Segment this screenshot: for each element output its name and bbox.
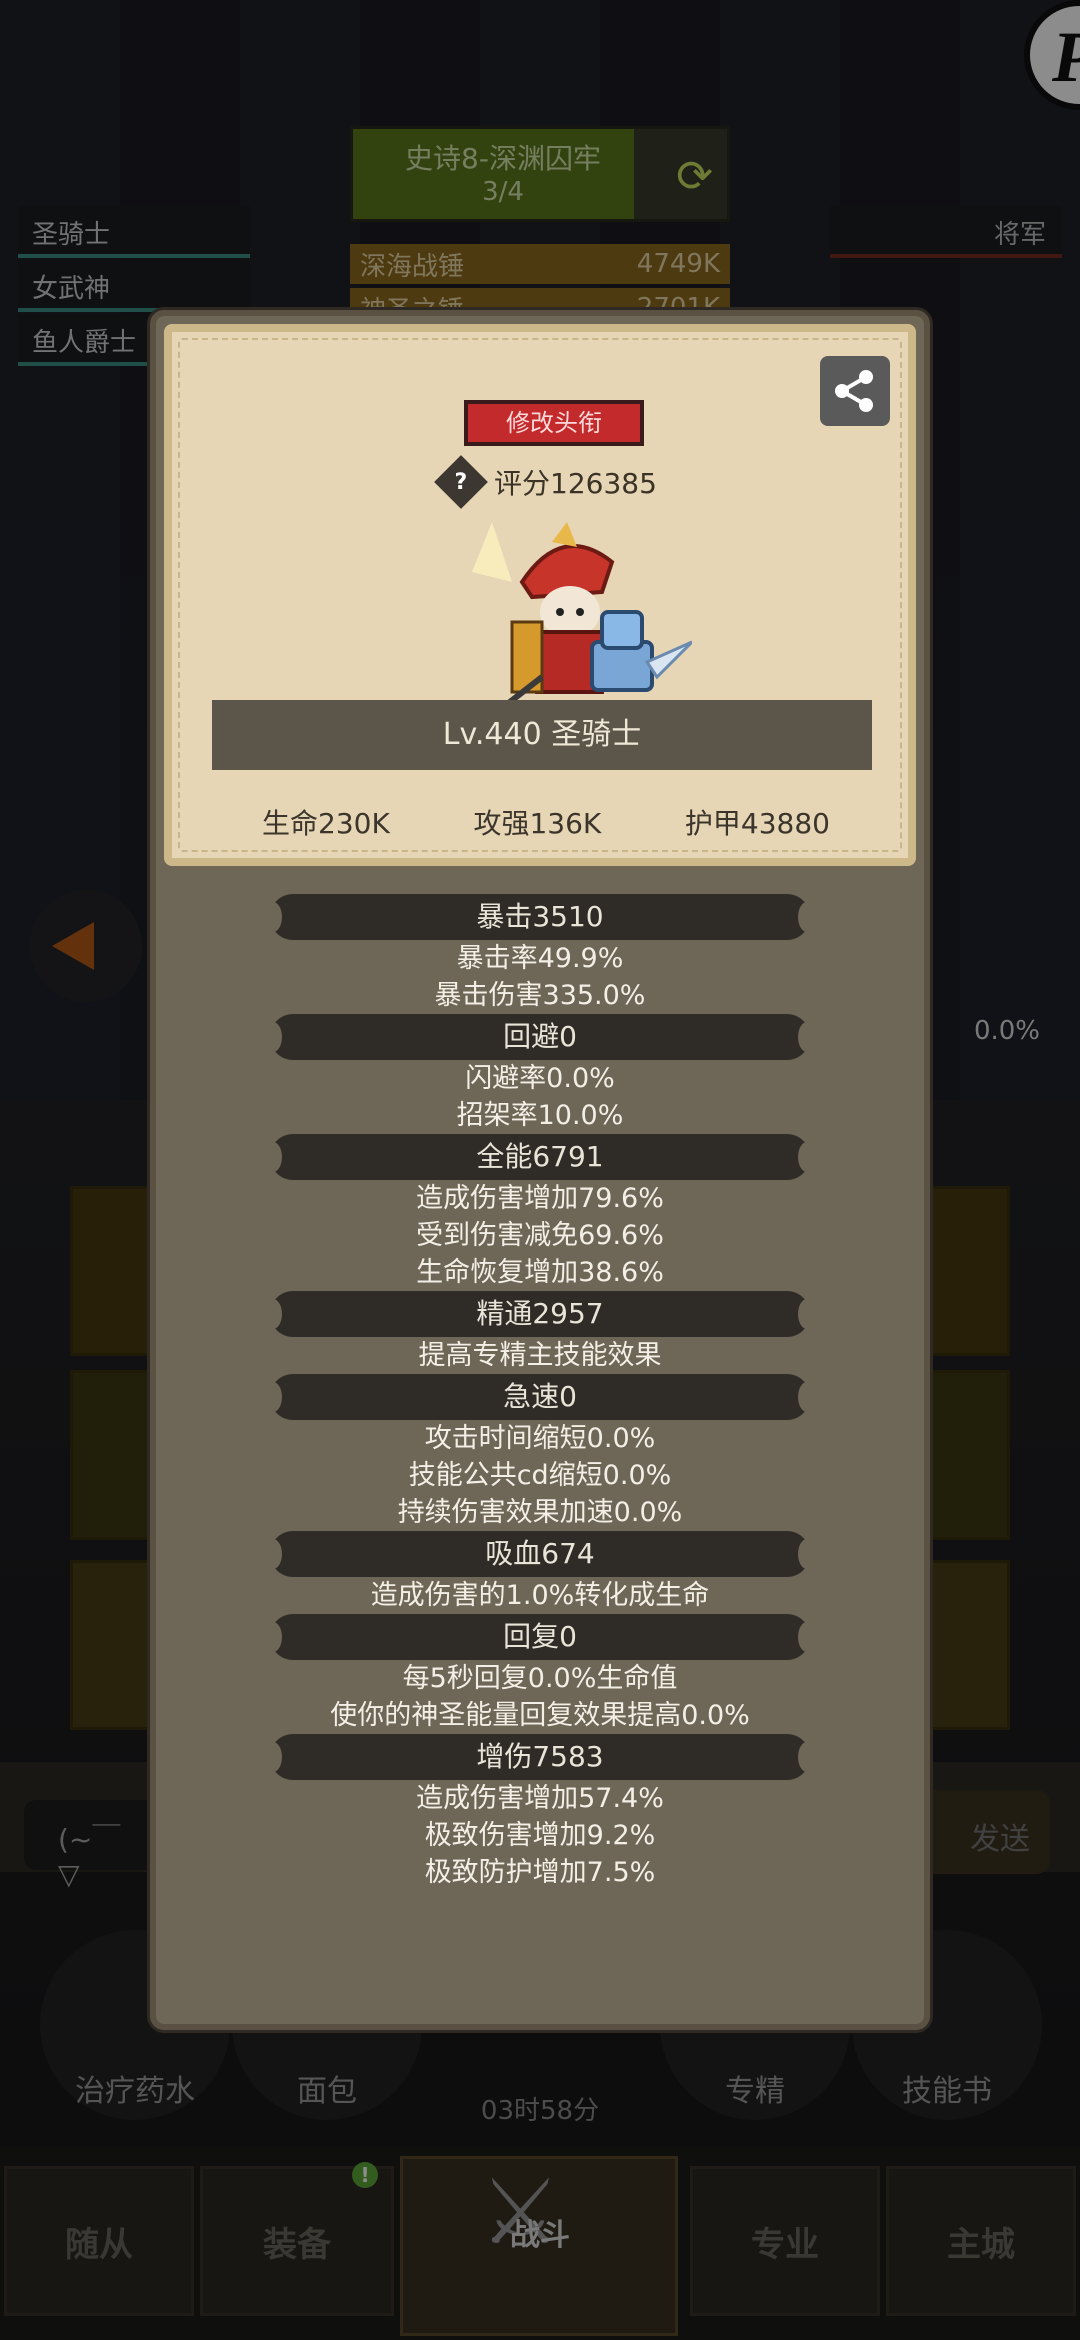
share-icon[interactable] [820, 356, 890, 426]
hero-name-plate: Lv.440 圣骑士 [212, 700, 872, 770]
attribute-line: 受到伤害减免69.6% [416, 1220, 664, 1251]
attribute-line: 闪避率0.0% [465, 1063, 615, 1094]
attribute-header: 全能6791 [264, 1134, 816, 1180]
help-glyph: ? [454, 469, 468, 495]
attribute-group: 回复0 每5秒回复0.0%生命值 使你的神圣能量回复效果提高0.0% [156, 1614, 924, 1734]
attribute-line: 造成伤害增加57.4% [416, 1783, 664, 1814]
attribute-line: 招架率10.0% [456, 1100, 624, 1131]
attribute-group: 精通2957 提高专精主技能效果 [156, 1291, 924, 1374]
attribute-line: 造成伤害增加79.6% [416, 1183, 664, 1214]
hero-stats: 生命230K 攻强136K 护甲43880 [212, 802, 872, 842]
attribute-line: 造成伤害的1.0%转化成生命 [370, 1580, 710, 1611]
attribute-line: 极致伤害增加9.2% [424, 1820, 656, 1851]
attribute-line: 持续伤害效果加速0.0% [397, 1497, 683, 1528]
attribute-group: 回避0 闪避率0.0% 招架率10.0% [156, 1014, 924, 1134]
attribute-line: 极致防护增加7.5% [424, 1857, 656, 1888]
attribute-group: 增伤7583 造成伤害增加57.4% 极致伤害增加9.2% 极致防护增加7.5% [156, 1734, 924, 1891]
attribute-line: 生命恢复增加38.6% [416, 1257, 664, 1288]
character-card: 修改头衔 ? 评分126385 Lv.440 圣骑士 生命230K 攻强136K… [164, 324, 916, 866]
attribute-line: 暴击率49.9% [456, 943, 624, 974]
attribute-line: 每5秒回复0.0%生命值 [402, 1663, 678, 1694]
attribute-header: 吸血674 [264, 1531, 816, 1577]
attribute-line: 暴击伤害335.0% [434, 980, 646, 1011]
attribute-header: 增伤7583 [264, 1734, 816, 1780]
attribute-line: 提高专精主技能效果 [418, 1340, 662, 1371]
attribute-header: 急速0 [264, 1374, 816, 1420]
edit-title-button[interactable]: 修改头衔 [464, 400, 644, 446]
attribute-header: 回复0 [264, 1614, 816, 1660]
attribute-group: 全能6791 造成伤害增加79.6% 受到伤害减免69.6% 生命恢复增加38.… [156, 1134, 924, 1291]
help-icon[interactable]: ? [434, 455, 488, 509]
hero-stat-attack: 攻强136K [473, 807, 602, 840]
attribute-line: 使你的神圣能量回复效果提高0.0% [330, 1700, 750, 1731]
attribute-group: 急速0 攻击时间缩短0.0% 技能公共cd缩短0.0% 持续伤害效果加速0.0% [156, 1374, 924, 1531]
attribute-list: 暴击3510 暴击率49.9% 暴击伤害335.0% 回避0 闪避率0.0% 招… [156, 894, 924, 1891]
attribute-header: 暴击3510 [264, 894, 816, 940]
attribute-group: 吸血674 造成伤害的1.0%转化成生命 [156, 1531, 924, 1614]
hero-stat-armor: 护甲43880 [684, 807, 830, 840]
score-value: 评分126385 [494, 467, 657, 500]
attribute-line: 技能公共cd缩短0.0% [408, 1460, 672, 1491]
paladin-hero-icon [472, 522, 692, 724]
score-row: ? 评分126385 [434, 455, 657, 509]
attribute-line: 攻击时间缩短0.0% [424, 1423, 656, 1454]
character-stats-panel: 修改头衔 ? 评分126385 Lv.440 圣骑士 生命230K 攻强136K… [150, 310, 930, 2030]
hero-stat-hp: 生命230K [262, 807, 390, 840]
attribute-group: 暴击3510 暴击率49.9% 暴击伤害335.0% [156, 894, 924, 1014]
attribute-header: 回避0 [264, 1014, 816, 1060]
attribute-header: 精通2957 [264, 1291, 816, 1337]
